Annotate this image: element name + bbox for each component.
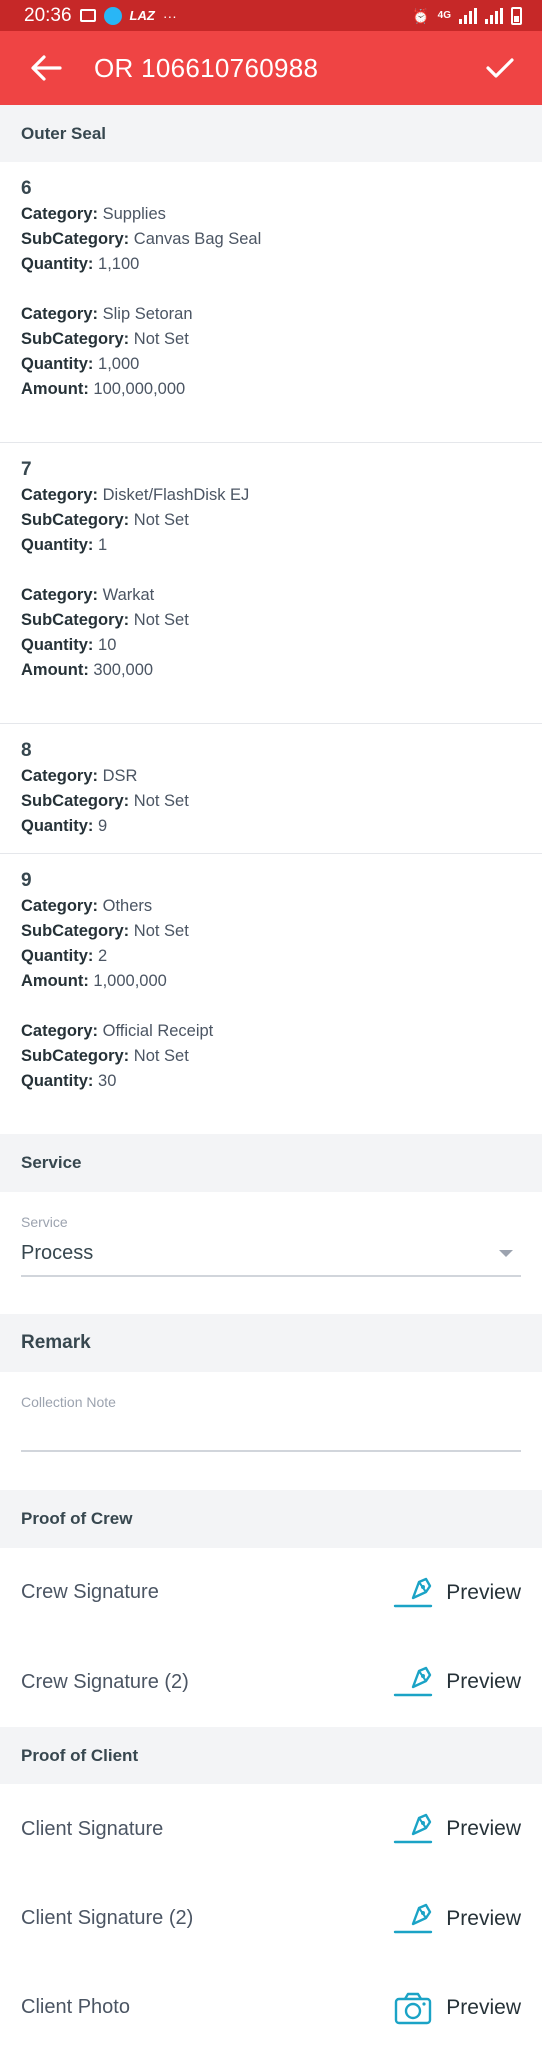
- crew-signature-2-label: Crew Signature (2): [21, 1670, 189, 1693]
- remark-field: Collection Note: [0, 1372, 542, 1490]
- amount-line: Amount: 300,000: [21, 661, 154, 679]
- category-line: Category: Official Receipt: [21, 1022, 214, 1040]
- signal-icon-2: [485, 7, 503, 24]
- subcategory-line: SubCategory: Not Set: [21, 511, 189, 529]
- crew-signature-preview-button[interactable]: Preview: [392, 1574, 521, 1612]
- preview-label: Preview: [446, 1995, 521, 2019]
- item-number: 9: [21, 870, 32, 891]
- arrow-left-icon: [31, 55, 62, 81]
- section-header-service: Service: [0, 1134, 542, 1192]
- preview-label: Preview: [446, 1906, 521, 1930]
- item-number: 8: [21, 740, 32, 761]
- subcategory-line: SubCategory: Not Set: [21, 1047, 189, 1065]
- back-button[interactable]: [26, 48, 66, 88]
- alarm-icon: ⏰: [412, 7, 430, 24]
- status-bar: 20:36 LAZ ··· ⏰ 4G: [0, 0, 542, 31]
- preview-label: Preview: [446, 1817, 521, 1840]
- network-type: 4G: [437, 10, 451, 21]
- subcategory-line: SubCategory: Not Set: [21, 330, 189, 348]
- client-signature-2-label: Client Signature (2): [21, 1907, 194, 1929]
- quantity-line: Quantity: 1: [21, 536, 108, 554]
- client-photo-label: Client Photo: [21, 1996, 130, 2018]
- category-line: Category: Supplies: [21, 205, 166, 223]
- category-line: Category: DSR: [21, 767, 138, 785]
- crew-signature-row: Crew Signature Preview: [0, 1548, 542, 1637]
- client-photo-row: Client Photo Preview: [0, 1963, 542, 2047]
- quantity-line: Quantity: 10: [21, 636, 117, 654]
- client-signature-label: Client Signature: [21, 1817, 164, 1840]
- category-line: Category: Disket/FlashDisk EJ: [21, 486, 250, 504]
- section-header-proof-of-crew: Proof of Crew: [0, 1490, 542, 1548]
- service-selected-value: Process: [21, 1242, 94, 1264]
- list-item: 8 Category: DSR SubCategory: Not Set Qua…: [0, 724, 542, 854]
- crew-signature-2-preview-button[interactable]: Preview: [392, 1663, 521, 1701]
- signature-icon: [392, 1900, 434, 1938]
- client-photo-preview-button[interactable]: Preview: [392, 1989, 521, 2027]
- subcategory-line: SubCategory: Not Set: [21, 611, 189, 629]
- client-signature-2-row: Client Signature (2) Preview: [0, 1874, 542, 1963]
- app-notification-icon: [103, 6, 122, 25]
- service-select[interactable]: Process: [21, 1230, 521, 1277]
- subcategory-line: SubCategory: Canvas Bag Seal: [21, 230, 262, 248]
- category-line: Category: Warkat: [21, 586, 155, 604]
- section-header-proof-of-client: Proof of Client: [0, 1727, 542, 1784]
- crew-signature-2-row: Crew Signature (2) Preview: [0, 1637, 542, 1727]
- section-title: Proof of Client: [21, 1745, 139, 1765]
- service-field-label: Service: [21, 1214, 68, 1230]
- list-item: 7 Category: Disket/FlashDisk EJ SubCateg…: [0, 443, 542, 724]
- subcategory-line: SubCategory: Not Set: [21, 792, 189, 810]
- battery-icon: [511, 6, 522, 25]
- quantity-line: Quantity: 9: [21, 817, 108, 835]
- amount-line: Amount: 100,000,000: [21, 380, 186, 398]
- service-field: Service Process: [0, 1192, 542, 1314]
- subcategory-line: SubCategory: Not Set: [21, 922, 189, 940]
- more-notifications-icon: ···: [162, 7, 177, 24]
- preview-label: Preview: [446, 1670, 521, 1693]
- client-signature-preview-button[interactable]: Preview: [392, 1810, 521, 1848]
- dropdown-caret-icon: [499, 1250, 513, 1257]
- check-icon: [486, 58, 514, 78]
- amount-line: Amount: 1,000,000: [21, 972, 167, 990]
- status-time: 20:36: [24, 4, 72, 26]
- confirm-button[interactable]: [480, 48, 520, 88]
- crew-signature-label: Crew Signature: [21, 1581, 159, 1603]
- page-title: OR 106610760988: [94, 52, 319, 83]
- signature-icon: [392, 1810, 434, 1848]
- client-signature-row: Client Signature Preview: [0, 1784, 542, 1874]
- camera-icon: [392, 1989, 434, 2027]
- app-bar: OR 106610760988: [0, 31, 542, 105]
- quantity-line: Quantity: 1,100: [21, 255, 140, 273]
- client-signature-2-preview-button[interactable]: Preview: [392, 1900, 521, 1938]
- collection-note-input[interactable]: [21, 1418, 521, 1452]
- signal-icon: [459, 7, 477, 24]
- quantity-line: Quantity: 1,000: [21, 355, 140, 373]
- list-item: 6 Category: Supplies SubCategory: Canvas…: [0, 162, 542, 443]
- signature-icon: [392, 1663, 434, 1701]
- preview-label: Preview: [446, 1580, 521, 1604]
- section-title: Service: [21, 1153, 82, 1172]
- category-line: Category: Slip Setoran: [21, 305, 193, 323]
- list-item: 9 Category: Others SubCategory: Not Set …: [0, 854, 542, 1134]
- gallery-icon: [79, 9, 96, 22]
- collection-note-label: Collection Note: [21, 1394, 116, 1410]
- section-header-outer-seal: Outer Seal: [0, 105, 542, 162]
- category-line: Category: Others: [21, 897, 153, 915]
- quantity-line: Quantity: 2: [21, 947, 108, 965]
- signature-icon: [392, 1574, 434, 1612]
- quantity-line: Quantity: 30: [21, 1072, 117, 1090]
- item-number: 6: [21, 178, 32, 199]
- section-header-remark: Remark: [0, 1314, 542, 1372]
- carrier-text: LAZ: [129, 8, 155, 23]
- item-number: 7: [21, 459, 32, 480]
- section-title: Remark: [21, 1332, 91, 1353]
- section-title: Proof of Crew: [21, 1509, 133, 1528]
- section-title: Outer Seal: [21, 123, 107, 143]
